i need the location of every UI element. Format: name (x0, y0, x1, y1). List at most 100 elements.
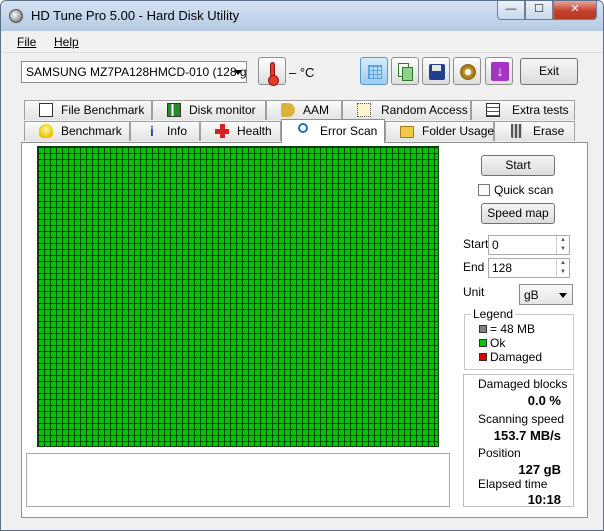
tab-label: Benchmark (61, 124, 122, 138)
legend-block-size: = 48 MB (479, 322, 535, 336)
start-field-label: Start (463, 237, 489, 251)
save-button[interactable] (422, 57, 450, 85)
maximize-button[interactable]: ☐ (525, 1, 553, 20)
speed-map-button[interactable]: Speed map (481, 203, 555, 224)
legend: Legend = 48 MB Ok Damaged (464, 307, 574, 370)
copy-icon-back (402, 67, 413, 81)
tab-label: Erase (533, 124, 565, 138)
checkbox-box[interactable] (478, 184, 490, 196)
options-button[interactable] (453, 57, 481, 85)
end-spinner[interactable]: ▲ ▼ (556, 259, 569, 277)
grid-view-button[interactable] (360, 57, 388, 85)
random-access-icon (357, 103, 371, 117)
download-button[interactable]: ↓ (485, 57, 513, 85)
file-benchmark-icon (39, 103, 53, 117)
menu-file-label: File (17, 35, 37, 49)
chevron-down-icon (559, 293, 567, 298)
menu-file[interactable]: File (17, 35, 36, 49)
legend-damaged: Damaged (479, 350, 542, 364)
tab-disk-monitor[interactable]: Disk monitor (152, 100, 266, 120)
end-input[interactable]: 128 ▲ ▼ (488, 258, 570, 278)
copy-button[interactable] (391, 57, 419, 85)
spin-up-icon[interactable]: ▲ (557, 236, 569, 245)
floppy-disk-icon (429, 64, 445, 80)
thermometer-icon (268, 62, 279, 86)
title-bar[interactable]: HD Tune Pro 5.00 - Hard Disk Utility — ☐… (1, 1, 603, 31)
unit-field-label: Unit (463, 285, 485, 299)
tab-extra-tests[interactable]: Extra tests (471, 100, 575, 120)
elapsed-time-value: 10:18 (527, 492, 561, 507)
folder-icon (400, 126, 414, 138)
tab-label: Random Access (381, 103, 468, 117)
end-input-value: 128 (492, 261, 513, 275)
scanning-speed-value: 153.7 MB/s (493, 428, 561, 443)
menu-help-label: Help (54, 35, 79, 49)
start-input-value: 0 (492, 238, 499, 252)
tab-error-scan[interactable]: Error Scan (281, 119, 385, 143)
drive-select[interactable]: SAMSUNG MZ7PA128HMCD-010 (128 gB (21, 61, 247, 83)
spin-down-icon[interactable]: ▼ (557, 245, 569, 254)
scan-statistics: Damaged blocks 0.0 % Scanning speed 153.… (463, 374, 574, 507)
position-value: 127 gB (518, 462, 561, 477)
chevron-down-icon (234, 70, 242, 75)
legend-green-swatch (479, 339, 487, 347)
unit-select-value: gB (524, 288, 539, 302)
tab-benchmark[interactable]: Benchmark (24, 121, 130, 141)
tab-random-access[interactable]: Random Access (342, 100, 471, 120)
legend-ok-label: Ok (490, 336, 506, 350)
tab-label: AAM (303, 103, 330, 117)
elapsed-time-label: Elapsed time (478, 477, 548, 491)
damaged-blocks-label: Damaged blocks (478, 377, 568, 391)
damaged-blocks-value: 0.0 % (527, 393, 561, 408)
scanning-speed-label: Scanning speed (478, 412, 565, 426)
tab-label: Disk monitor (189, 103, 256, 117)
extra-tests-icon (486, 103, 500, 117)
tab-label: Error Scan (320, 124, 378, 138)
close-button[interactable]: ✕ (553, 1, 597, 20)
tab-health[interactable]: Health (200, 121, 281, 141)
quick-scan-checkbox[interactable]: Quick scan (478, 183, 553, 197)
tab-label: File Benchmark (61, 103, 145, 117)
legend-ok: Ok (479, 336, 505, 350)
legend-damaged-label: Damaged (490, 350, 543, 364)
exit-button[interactable]: Exit (520, 58, 578, 85)
menu-bar: File Help (2, 31, 602, 53)
window-title: HD Tune Pro 5.00 - Hard Disk Utility (31, 8, 240, 23)
trash-icon (511, 124, 522, 138)
temperature-value: – °C (289, 65, 315, 80)
scan-log[interactable] (26, 453, 450, 507)
download-arrow-icon: ↓ (491, 62, 509, 81)
toolbar: SAMSUNG MZ7PA128HMCD-010 (128 gB – °C ↓ … (2, 53, 602, 93)
tab-folder-usage[interactable]: Folder Usage (385, 121, 494, 141)
grid-icon (368, 65, 382, 79)
magnifier-icon (298, 123, 308, 133)
gear-icon (460, 64, 476, 80)
tab-label: Folder Usage (422, 124, 495, 138)
start-scan-button[interactable]: Start (481, 155, 555, 176)
info-icon: i (150, 123, 154, 139)
spin-up-icon[interactable]: ▲ (557, 259, 569, 268)
tab-label: Info (167, 124, 188, 138)
scan-block-map (37, 146, 439, 447)
minimize-button[interactable]: — (497, 1, 525, 20)
legend-red-swatch (479, 353, 487, 361)
unit-select[interactable]: gB (519, 284, 573, 305)
tab-aam[interactable]: AAM (266, 100, 342, 120)
temperature-button[interactable] (258, 57, 286, 86)
tab-file-benchmark[interactable]: File Benchmark (24, 100, 152, 120)
app-icon (9, 9, 23, 23)
disk-monitor-icon (167, 103, 181, 117)
tab-label: Extra tests (512, 103, 569, 117)
tab-label: Health (237, 124, 272, 138)
start-input[interactable]: 0 ▲ ▼ (488, 235, 570, 255)
start-spinner[interactable]: ▲ ▼ (556, 236, 569, 254)
position-label: Position (478, 446, 521, 460)
menu-help[interactable]: Help (54, 35, 79, 49)
end-field-label: End (463, 260, 485, 274)
window-controls: — ☐ ✕ (497, 1, 597, 21)
error-scan-panel: Start Quick scan Speed map Start 0 ▲ ▼ En… (21, 142, 588, 518)
tab-info[interactable]: i Info (130, 121, 200, 141)
spin-down-icon[interactable]: ▼ (557, 268, 569, 277)
legend-block-size-label: = 48 MB (490, 322, 536, 336)
tab-erase[interactable]: Erase (494, 121, 575, 141)
